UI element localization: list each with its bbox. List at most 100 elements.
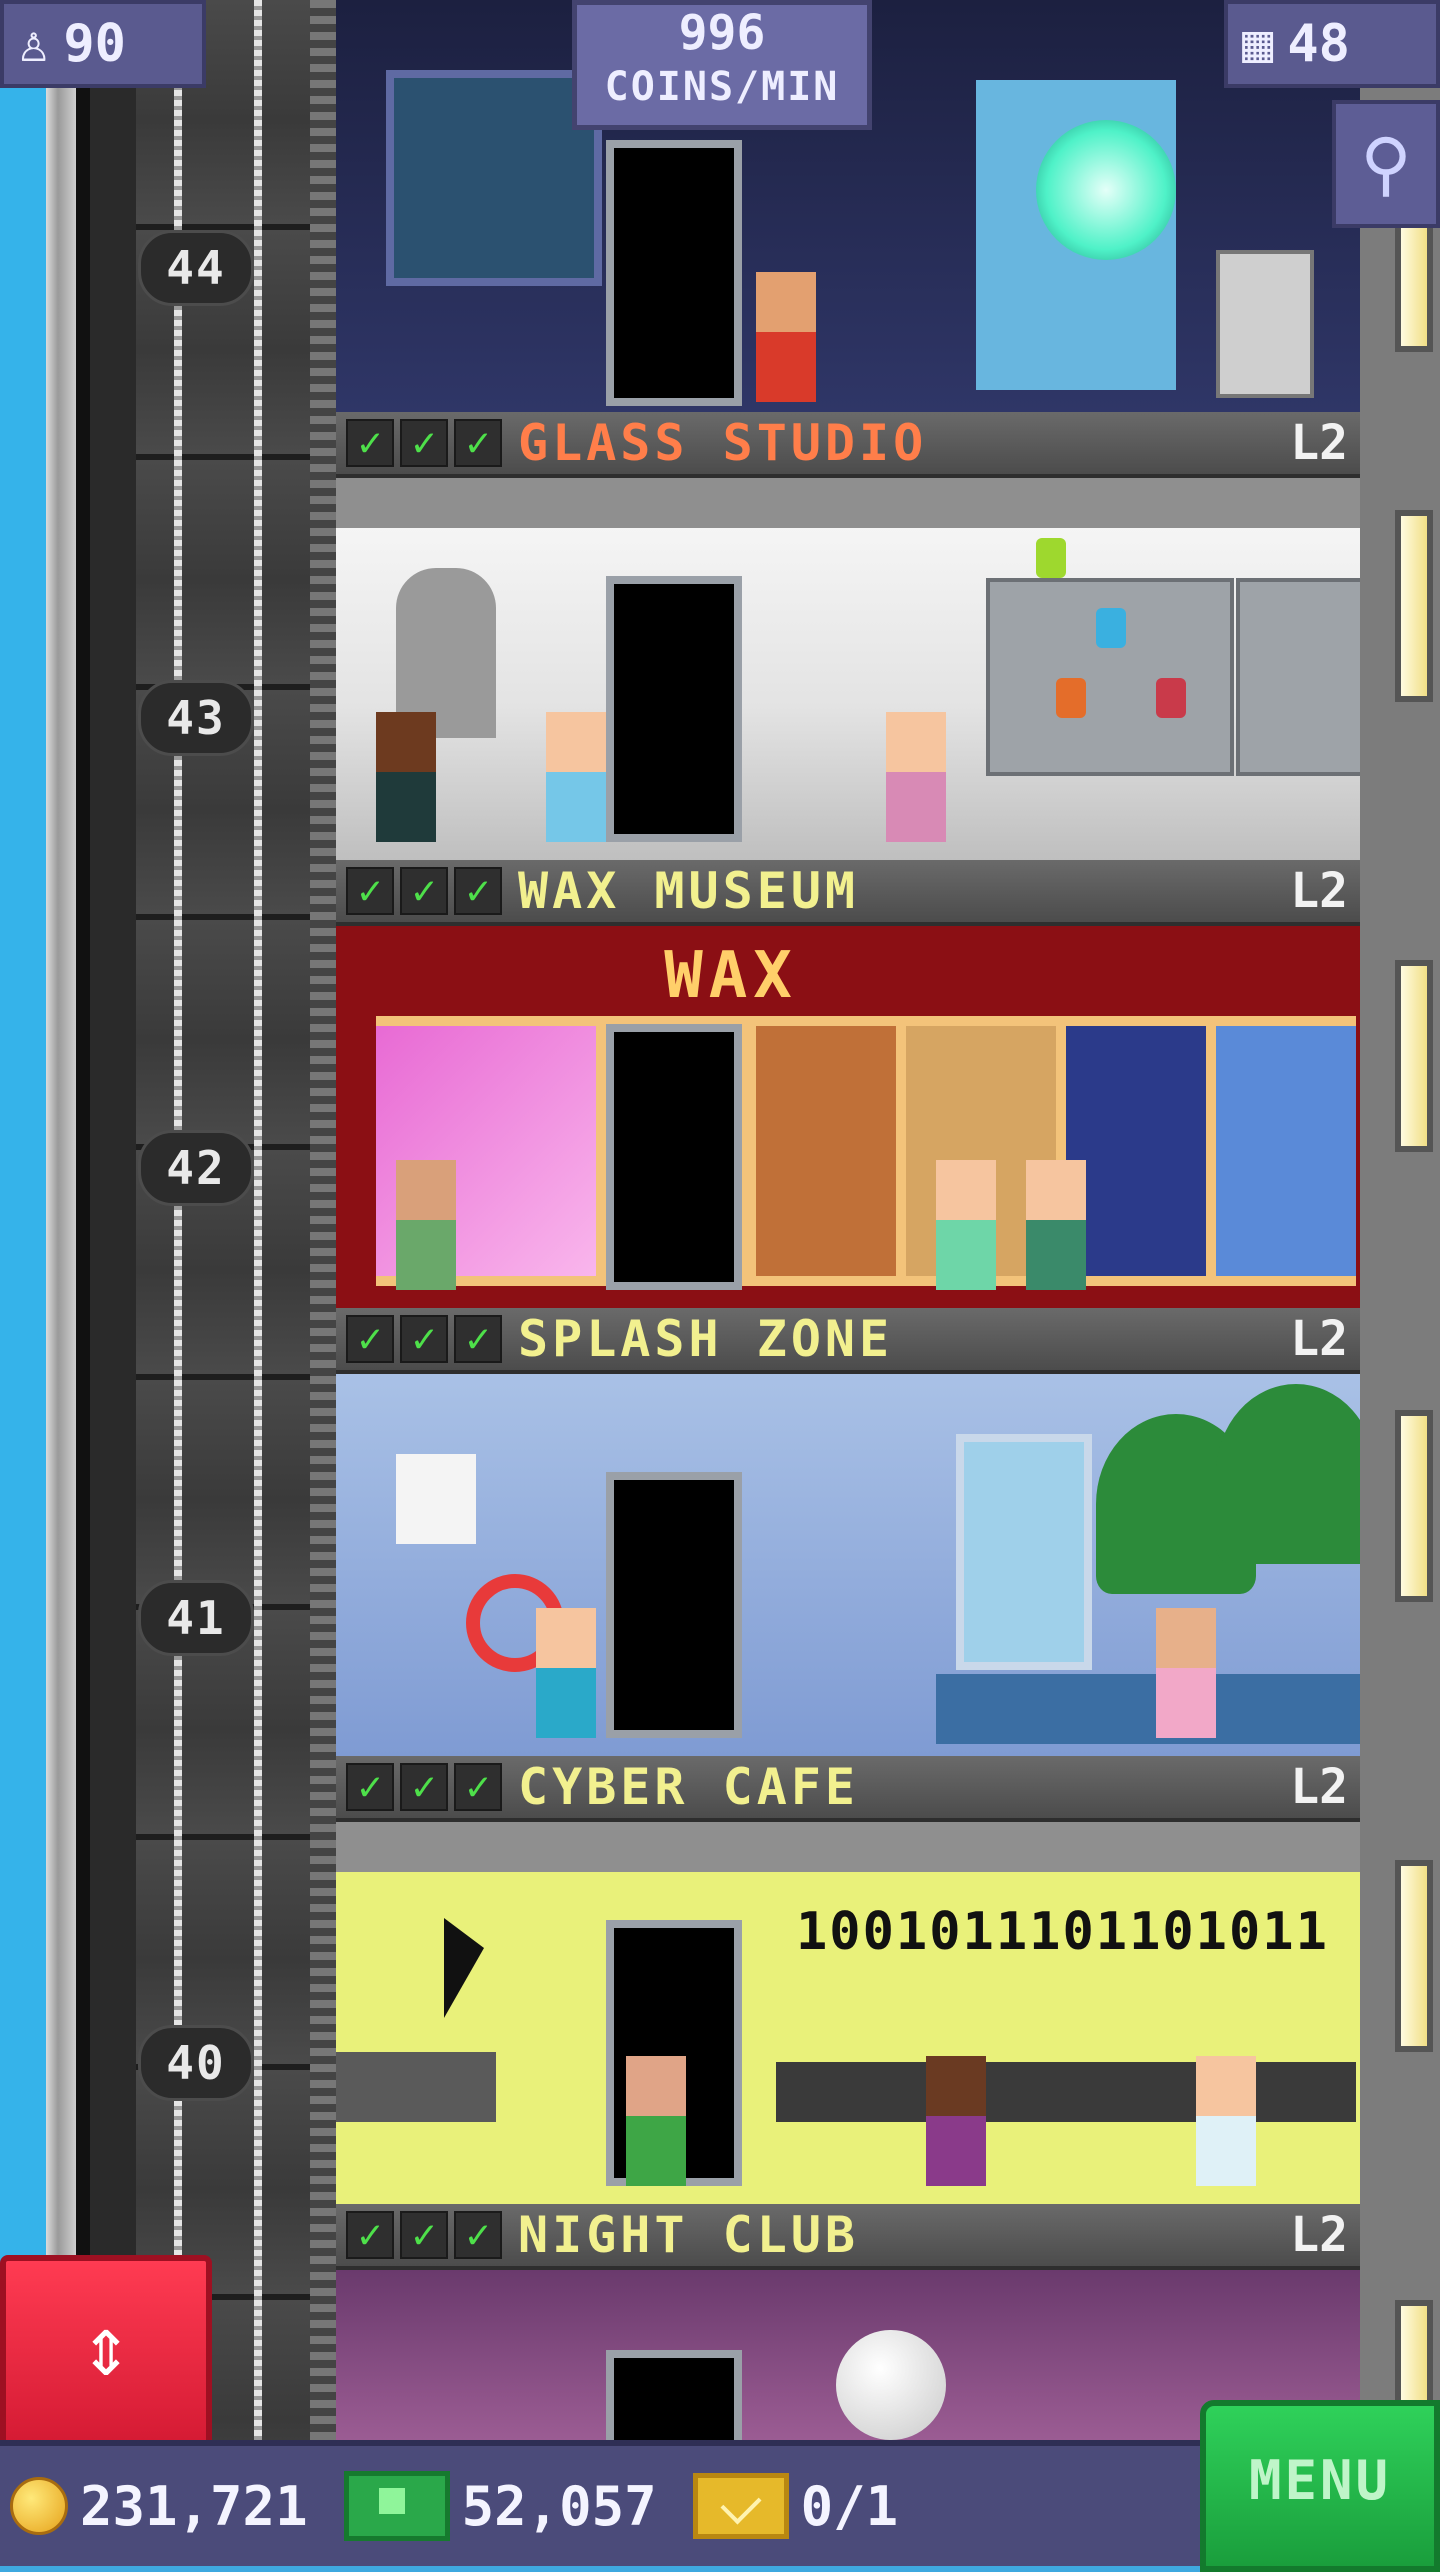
glass-vase [1056, 678, 1086, 718]
coins-per-minute-unit: COINS/MIN [604, 64, 840, 110]
bitizen[interactable] [396, 1160, 456, 1290]
person-icon: ♙ [18, 14, 50, 74]
floor-splash-zone[interactable]: ✓ ✓ ✓ SPLASH ZONE L2 [336, 1308, 1360, 1756]
floor-counter[interactable]: ▦ 48 [1224, 0, 1440, 88]
stock-checks: ✓ ✓ ✓ [346, 1315, 502, 1363]
floor-banner: ✓ ✓ ✓ GLASS STUDIO L2 [336, 412, 1360, 478]
bux-value: 52,057 [461, 2474, 657, 2538]
building-icon: ▦ [1242, 14, 1274, 74]
floor-banner: ✓ ✓ ✓ SPLASH ZONE L2 [336, 1308, 1360, 1374]
glass-vase [1156, 678, 1186, 718]
room-door [606, 1024, 742, 1290]
bitizen[interactable] [756, 272, 816, 402]
tower-pole [46, 0, 76, 2440]
bitizen[interactable] [886, 712, 946, 842]
check-icon: ✓ [346, 867, 394, 915]
counter-desk [336, 2052, 496, 2122]
bitizen[interactable] [536, 1608, 596, 1738]
floor-level: L2 [1290, 1311, 1348, 1367]
stock-checks: ✓ ✓ ✓ [346, 867, 502, 915]
computer-desk [776, 2062, 1356, 2122]
cursor-icon [444, 1918, 484, 2018]
wall-notice [396, 1454, 476, 1544]
check-icon: ✓ [400, 1763, 448, 1811]
tower-window [1395, 510, 1433, 702]
shaft-rail-left [76, 0, 90, 2440]
check-icon: ✓ [346, 2211, 394, 2259]
floor-banner: ✓ ✓ ✓ WAX MUSEUM L2 [336, 860, 1360, 926]
room-door [606, 2350, 742, 2440]
disco-ball [836, 2330, 946, 2440]
room-door [606, 140, 742, 406]
stock-checks: ✓ ✓ ✓ [346, 2211, 502, 2259]
population-counter[interactable]: ♙ 90 [0, 0, 206, 88]
check-icon: ✓ [400, 1315, 448, 1363]
room-door [606, 1472, 742, 1738]
stock-checks: ✓ ✓ ✓ [346, 1763, 502, 1811]
floor-glass-studio[interactable]: ✓ ✓ ✓ GLASS STUDIO L2 [336, 412, 1360, 860]
floor-number-41: 41 [138, 1580, 254, 1656]
floor-number-42: 42 [138, 1130, 254, 1206]
ceiling-lamps [336, 1822, 1360, 1872]
floor-room: 1001011101101011 [336, 1822, 1360, 2204]
pool-water [936, 1674, 1360, 1744]
floor-number-44: 44 [138, 230, 254, 306]
bitizen[interactable] [626, 2056, 686, 2186]
tickets-display[interactable]: 0/1 [692, 2473, 899, 2539]
population-value: 90 [63, 14, 126, 74]
floor-banner: ✓ ✓ ✓ NIGHT CLUB L2 [336, 2204, 1360, 2270]
check-icon: ✓ [400, 419, 448, 467]
bitizen[interactable] [1196, 2056, 1256, 2186]
tower-window [1395, 1860, 1433, 2052]
floor-room [336, 478, 1360, 860]
coins-per-minute-value: 996 [678, 5, 766, 61]
exhibit-panel [1066, 1026, 1206, 1276]
zoom-button[interactable]: ⚲ [1332, 100, 1440, 228]
floor-name: NIGHT CLUB [518, 2206, 860, 2264]
magnifier-icon: ⚲ [1360, 123, 1412, 205]
floor-level: L2 [1290, 863, 1348, 919]
tickets-value: 0/1 [800, 2474, 899, 2538]
glass-vase [1036, 538, 1066, 578]
bux-display[interactable]: 52,057 [343, 2471, 657, 2541]
floor-room: WAX [336, 926, 1360, 1308]
hologram-globe [1036, 120, 1176, 260]
bitizen[interactable] [1026, 1160, 1086, 1290]
ceiling-lamps [336, 478, 1360, 528]
coins-value: 231,721 [80, 2474, 308, 2538]
check-icon: ✓ [346, 419, 394, 467]
check-icon: ✓ [454, 1315, 502, 1363]
bitizen[interactable] [926, 2056, 986, 2186]
ticket-icon [692, 2473, 789, 2539]
floor-name: GLASS STUDIO [518, 414, 928, 472]
floor-name: WAX MUSEUM [518, 862, 860, 920]
sky-strip [0, 0, 46, 2440]
coins-per-minute-panel: 996 COINS/MIN [572, 0, 872, 130]
check-icon: ✓ [346, 1315, 394, 1363]
atm-machine [1216, 250, 1314, 398]
floor-wax-museum[interactable]: ✓ ✓ ✓ WAX MUSEUM L2 WAX [336, 860, 1360, 1308]
elevator-cable-right [254, 0, 262, 2440]
room-door [606, 576, 742, 842]
wax-sign: WAX [664, 939, 798, 1013]
check-icon: ✓ [454, 1763, 502, 1811]
bitizen[interactable] [546, 712, 606, 842]
elevator-button[interactable]: ⇕ [0, 2255, 212, 2452]
bitizen[interactable] [936, 1160, 996, 1290]
floor-count-value: 48 [1287, 14, 1350, 74]
bitizen[interactable] [376, 712, 436, 842]
tower-right-column [1360, 0, 1440, 2440]
floor-level: L2 [1290, 1759, 1348, 1815]
binary-display: 1001011101101011 [796, 1902, 1329, 1962]
floor-number-40: 40 [138, 2025, 254, 2101]
floor-name: SPLASH ZONE [518, 1310, 894, 1368]
menu-button[interactable]: MENU [1200, 2400, 1440, 2572]
bitizen[interactable] [1156, 1608, 1216, 1738]
floor-room [336, 1374, 1360, 1756]
coins-display[interactable]: 231,721 [10, 2475, 308, 2538]
floor-cyber-cafe[interactable]: ✓ ✓ ✓ CYBER CAFE L2 1001011101101011 [336, 1756, 1360, 2204]
check-icon: ✓ [400, 2211, 448, 2259]
glass-shelf [1236, 578, 1360, 776]
floor-name: CYBER CAFE [518, 1758, 860, 1816]
exhibit-panel [756, 1026, 896, 1276]
